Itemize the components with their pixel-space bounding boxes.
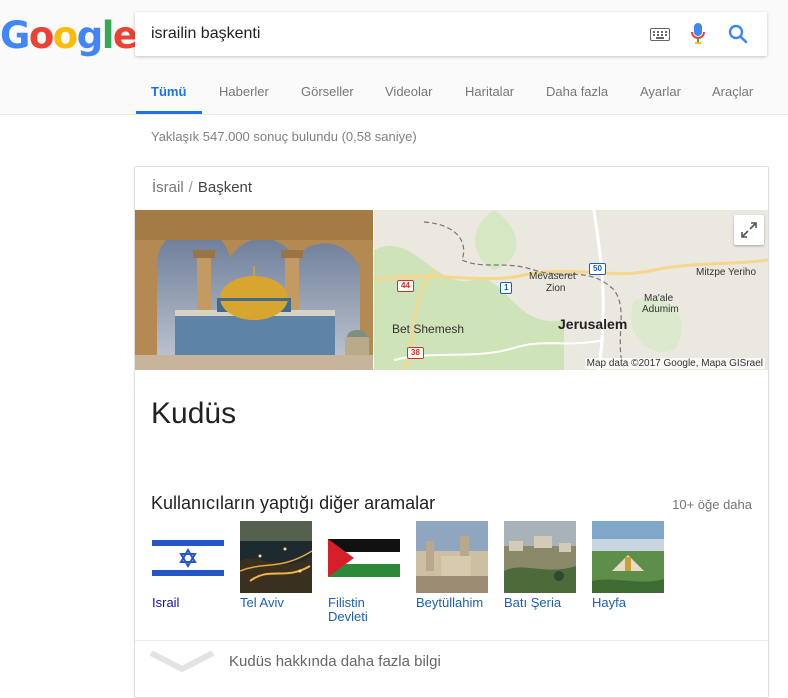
map-label-adumim: Adumim <box>642 304 679 315</box>
related-label[interactable]: Filistin Devleti <box>328 596 402 624</box>
tab-all[interactable]: Tümü <box>151 84 186 99</box>
west-bank-image <box>504 521 576 593</box>
related-item-bethlehem[interactable]: Beytüllahim <box>416 521 490 610</box>
entity-title: Kudüs <box>151 397 237 430</box>
related-label[interactable]: Tel Aviv <box>240 596 314 610</box>
tab-tools[interactable]: Araçlar <box>712 84 753 99</box>
related-label[interactable]: Beytüllahim <box>416 596 490 610</box>
road-1: 1 <box>500 282 513 294</box>
expand-icon <box>741 222 757 238</box>
knowledge-panel: İsrail / Başkent 44 1 50 38 Mevaseret Zi… <box>134 166 769 698</box>
expand-map-button[interactable] <box>734 215 764 245</box>
haifa-image <box>592 521 664 593</box>
tab-more[interactable]: Daha fazla <box>546 84 608 99</box>
search-box[interactable]: israilin başkenti <box>135 12 767 56</box>
keyboard-icon[interactable] <box>650 28 670 41</box>
tab-maps[interactable]: Haritalar <box>465 84 514 99</box>
results-count: Yaklaşık 547.000 sonuç bulundu (0,58 san… <box>151 129 417 144</box>
tab-videos[interactable]: Videolar <box>385 84 432 99</box>
search-icon[interactable] <box>728 24 748 44</box>
israel-flag-image <box>152 521 224 593</box>
map-label-maale: Ma'ale <box>644 293 674 304</box>
breadcrumb-separator: / <box>188 179 193 196</box>
related-item-haifa[interactable]: Hayfa <box>592 521 666 610</box>
map-label-mitzpe-yeriho: Mitzpe Yeriho <box>696 267 757 278</box>
road-38: 38 <box>407 347 424 359</box>
tab-images[interactable]: Görseller <box>301 84 354 99</box>
map[interactable]: 44 1 50 38 Mevaseret Zion Jerusalem Bet … <box>374 210 768 370</box>
related-searches-heading: Kullanıcıların yaptığı diğer aramalar <box>151 493 436 513</box>
related-item-tel-aviv[interactable]: Tel Aviv <box>240 521 314 610</box>
tab-settings[interactable]: Ayarlar <box>640 84 681 99</box>
related-label[interactable]: Batı Şeria <box>504 596 578 610</box>
map-attribution: Map data ©2017 Google, Mapa GISrael <box>584 358 765 369</box>
search-header: Google israilin başkenti Tümü Haberler G… <box>0 0 788 115</box>
microphone-icon[interactable] <box>691 22 705 46</box>
road-50: 50 <box>589 263 606 275</box>
related-item-israel[interactable]: Israil <box>152 521 226 610</box>
tel-aviv-image <box>240 521 312 593</box>
related-label[interactable]: Hayfa <box>592 596 666 610</box>
more-items-link[interactable]: 10+ öğe daha <box>672 497 752 512</box>
search-input[interactable]: israilin başkenti <box>151 25 260 43</box>
map-label-bet-shemesh: Bet Shemesh <box>392 322 465 336</box>
palestine-flag-image <box>328 521 400 593</box>
bethlehem-image <box>416 521 488 593</box>
breadcrumb-current: Başkent <box>197 179 253 196</box>
active-tab-indicator <box>136 111 202 114</box>
google-logo[interactable]: Google <box>0 14 138 57</box>
related-label[interactable]: Israil <box>152 596 226 610</box>
related-item-west-bank[interactable]: Batı Şeria <box>504 521 578 610</box>
tab-news[interactable]: Haberler <box>219 84 269 99</box>
map-label-mevaseret: Mevaseret <box>529 271 576 282</box>
entity-photo[interactable] <box>135 210 373 370</box>
divider <box>135 640 768 641</box>
breadcrumb-parent[interactable]: İsrail <box>152 179 184 196</box>
breadcrumb: İsrail / Başkent <box>152 179 252 196</box>
road-44: 44 <box>397 280 414 292</box>
map-label-zion: Zion <box>546 283 566 294</box>
related-item-palestine[interactable]: Filistin Devleti <box>328 521 402 624</box>
chevron-down-icon[interactable] <box>149 651 215 673</box>
more-info-link[interactable]: Kudüs hakkında daha fazla bilgi <box>229 653 441 670</box>
map-label-jerusalem: Jerusalem <box>558 316 628 332</box>
